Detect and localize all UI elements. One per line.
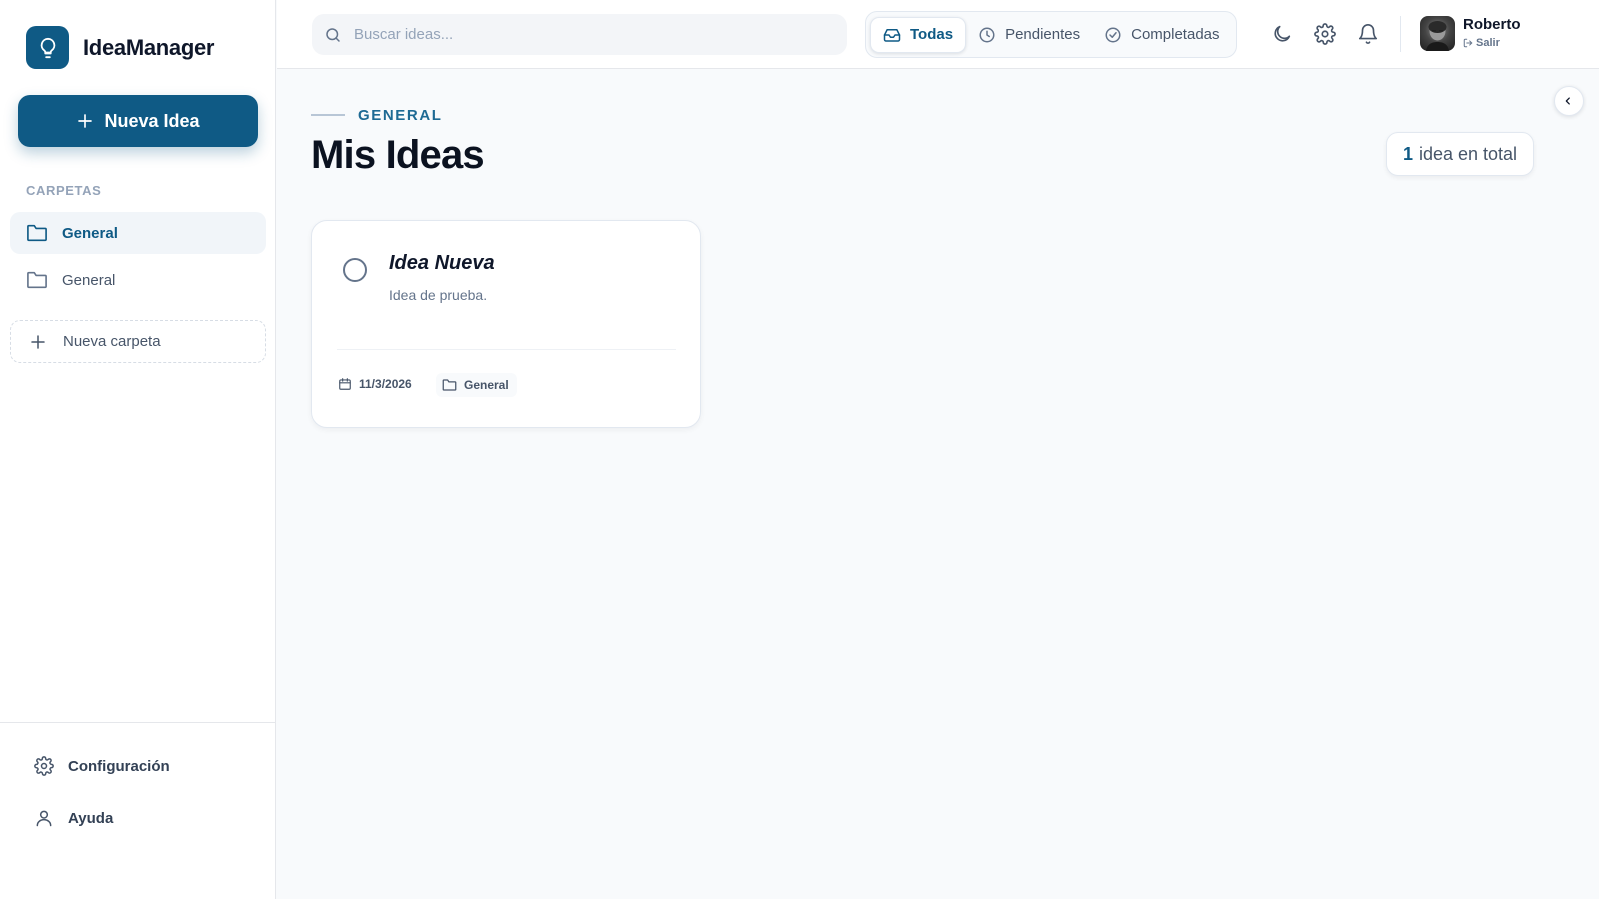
breadcrumb-line [311, 114, 345, 116]
sidebar: IdeaManager Nueva Idea CARPETAS General … [0, 0, 276, 899]
filter-tabs: Todas Pendientes Completadas [865, 11, 1237, 58]
card-divider [337, 349, 676, 350]
gear-icon [34, 756, 54, 776]
moon-icon[interactable] [1270, 22, 1294, 46]
plus-icon [29, 333, 47, 351]
idea-card[interactable]: Idea Nueva Idea de prueba. 11/3/2026 Gen… [311, 220, 701, 428]
idea-folder-text: General [464, 378, 509, 392]
collapse-panel-button[interactable] [1554, 86, 1584, 116]
inbox-icon [883, 26, 901, 44]
total-suffix: idea en total [1418, 143, 1518, 164]
tab-label: Completadas [1131, 26, 1220, 43]
header-divider [1400, 16, 1401, 52]
search-bar[interactable] [312, 14, 847, 55]
idea-date: 11/3/2026 [338, 377, 412, 391]
idea-description: Idea de prueba. [389, 287, 488, 303]
check-circle-icon [1104, 26, 1122, 44]
help-label: Ayuda [68, 809, 114, 827]
search-input[interactable] [354, 26, 824, 43]
page-title: Mis Ideas [311, 133, 485, 177]
calendar-icon [338, 377, 352, 391]
folder-icon [442, 378, 457, 392]
complete-toggle[interactable] [343, 258, 367, 282]
tab-todas[interactable]: Todas [870, 16, 967, 53]
logout-icon [1463, 38, 1473, 48]
plus-icon [76, 112, 94, 130]
help-link[interactable]: Ayuda [34, 808, 113, 828]
new-idea-label: Nueva Idea [104, 110, 200, 131]
idea-date-text: 11/3/2026 [359, 377, 412, 391]
logout-link[interactable]: Salir [1463, 37, 1500, 49]
folders-heading: CARPETAS [26, 183, 102, 198]
search-icon [324, 26, 342, 44]
clock-icon [978, 26, 996, 44]
gear-icon[interactable] [1313, 22, 1337, 46]
logout-label: Salir [1476, 37, 1500, 49]
folder-label: General [62, 271, 116, 289]
total-count-badge: 1 idea en total [1386, 132, 1534, 176]
avatar[interactable] [1420, 16, 1455, 51]
sidebar-folder-general[interactable]: General [10, 259, 266, 301]
brand[interactable]: IdeaManager [26, 26, 215, 69]
user-name: Roberto [1463, 16, 1521, 33]
tab-pendientes[interactable]: Pendientes [966, 17, 1092, 53]
folder-icon [26, 223, 48, 243]
idea-folder-tag[interactable]: General [436, 373, 517, 397]
new-folder-label: Nueva carpeta [63, 333, 161, 350]
bell-icon[interactable] [1356, 22, 1380, 46]
settings-label: Configuración [68, 757, 170, 775]
total-count: 1 [1402, 143, 1413, 164]
folder-label: General [62, 224, 118, 242]
chevron-left-icon [1563, 96, 1573, 106]
breadcrumb: GENERAL [358, 107, 443, 124]
user-icon [34, 808, 54, 828]
tab-label: Pendientes [1005, 26, 1081, 43]
sidebar-footer: Configuración Ayuda [0, 722, 276, 899]
new-idea-button[interactable]: Nueva Idea [18, 95, 258, 147]
topbar: Todas Pendientes Completadas [277, 0, 1599, 69]
settings-link[interactable]: Configuración [34, 756, 170, 776]
tab-completadas[interactable]: Completadas [1092, 17, 1231, 53]
lightbulb-icon [26, 26, 69, 69]
sidebar-folder-general-active[interactable]: General [10, 212, 266, 254]
new-folder-button[interactable]: Nueva carpeta [10, 320, 266, 363]
folder-icon [26, 270, 48, 290]
idea-title: Idea Nueva [389, 252, 495, 274]
app-name: IdeaManager [83, 34, 215, 60]
tab-label: Todas [910, 26, 954, 43]
